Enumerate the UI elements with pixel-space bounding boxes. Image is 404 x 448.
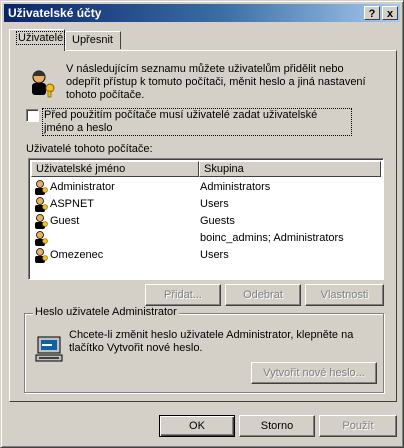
user-name: ASPNET — [50, 198, 95, 210]
user-group: boinc_admins; Administrators — [200, 232, 344, 244]
ok-button[interactable]: OK — [159, 415, 235, 437]
list-header: Uživatelské jméno Skupina — [31, 161, 381, 177]
remove-user-button[interactable]: Odebrat — [225, 284, 301, 306]
users-tab-panel: V následujícím seznamu můžete uživatelům… — [9, 50, 397, 402]
tab-advanced[interactable]: Upřesnit — [65, 31, 121, 49]
password-groupbox: Heslo uživatele Administrator Chcete-li … — [24, 306, 384, 393]
apply-button[interactable]: Použít — [319, 415, 397, 437]
table-row[interactable]: Guest Guests — [31, 213, 381, 230]
properties-button[interactable]: Vlastnosti — [305, 284, 384, 306]
title-bar[interactable]: Uživatelské účty ? x — [4, 4, 400, 22]
password-group-text: Chcete-li změnit heslo uživatele Adminis… — [69, 329, 354, 354]
user-accounts-dialog: Uživatelské účty ? x Uživatelé Upřesnit … — [0, 0, 404, 448]
intro-text: V následujícím seznamu můžete uživatelům… — [66, 63, 366, 101]
computer-password-icon — [35, 336, 63, 362]
table-row[interactable]: Administrator Administrators — [31, 179, 381, 196]
user-name: Omezenec — [50, 249, 104, 261]
require-login-checkbox[interactable] — [26, 109, 39, 122]
cancel-button[interactable]: Storno — [239, 415, 315, 437]
tab-users[interactable]: Uživatelé — [9, 29, 66, 51]
user-icon — [35, 231, 48, 246]
user-group: Users — [200, 249, 229, 261]
help-button[interactable]: ? — [364, 6, 380, 20]
user-icon — [35, 197, 48, 212]
users-keys-icon — [32, 70, 55, 98]
close-button[interactable]: x — [382, 6, 398, 20]
require-login-label[interactable]: Před použitím počítače musí uživatelé za… — [42, 108, 352, 136]
user-icon — [35, 248, 48, 263]
user-name: Administrator — [50, 181, 115, 193]
table-row[interactable]: Omezenec Users — [31, 247, 381, 264]
user-name: Guest — [50, 215, 80, 227]
user-group: Administrators — [200, 181, 271, 193]
table-row[interactable]: ASPNET Users — [31, 196, 381, 213]
table-row[interactable]: boinc_admins; Administrators — [31, 230, 381, 247]
user-group: Users — [200, 198, 229, 210]
redaction-box — [50, 233, 160, 245]
user-group: Guests — [200, 215, 235, 227]
window-title: Uživatelské účty — [8, 6, 102, 20]
user-icon — [35, 214, 48, 229]
users-list-label: Uživatelé tohoto počítače: — [26, 143, 153, 155]
tab-users-label: Uživatelé — [16, 31, 66, 45]
tab-advanced-label: Upřesnit — [72, 34, 113, 46]
password-group-title: Heslo uživatele Administrator — [33, 306, 179, 318]
add-user-button[interactable]: Přidat... — [145, 284, 221, 306]
users-listview[interactable]: Uživatelské jméno Skupina Administrator … — [28, 158, 384, 280]
create-password-button[interactable]: Vytvořit nové heslo... — [251, 362, 377, 384]
column-header-username[interactable]: Uživatelské jméno — [31, 161, 199, 177]
column-header-group[interactable]: Skupina — [199, 161, 381, 177]
user-icon — [35, 180, 48, 195]
